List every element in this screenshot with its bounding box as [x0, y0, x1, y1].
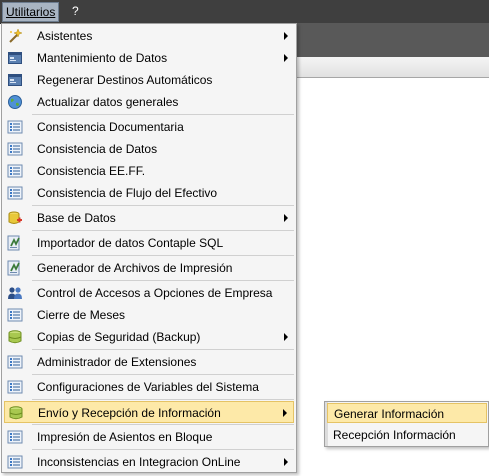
envio-recepcion-submenu: Generar Información Recepción Informació…	[324, 401, 489, 447]
menu-utilitarios[interactable]: Utilitarios	[2, 2, 60, 22]
list-icon	[7, 142, 23, 156]
menu-item-label: Copias de Seguridad (Backup)	[37, 330, 201, 344]
menu-item-label: Consistencia EE.FF.	[37, 164, 146, 178]
users-icon	[8, 287, 22, 299]
menu-separator	[32, 449, 294, 450]
menu-item-generador-archivos[interactable]: Generador de Archivos de Impresión	[4, 257, 294, 279]
form-icon	[8, 52, 22, 64]
menu-item-label: Actualizar datos generales	[37, 95, 179, 109]
workspace-background	[297, 23, 489, 57]
menu-item-copias-seguridad[interactable]: Copias de Seguridad (Backup)	[4, 326, 294, 348]
menu-help[interactable]: ?	[69, 2, 82, 20]
menu-separator	[32, 255, 294, 256]
menu-item-label: Inconsistencias en Integracion OnLine	[37, 455, 241, 469]
submenu-arrow-icon	[284, 214, 288, 222]
submenu-arrow-icon	[284, 32, 288, 40]
menu-item-label: Cierre de Meses	[37, 308, 126, 322]
menu-item-label: Envío y Recepción de Información	[38, 406, 221, 420]
menu-item-label: Generador de Archivos de Impresión	[37, 261, 233, 275]
menu-separator	[32, 114, 294, 115]
menu-bar: Utilitarios ?	[0, 0, 489, 24]
menu-item-inconsistencias-integracion[interactable]: Inconsistencias en Integracion OnLine	[4, 451, 294, 473]
menu-item-regenerar-destinos[interactable]: Regenerar Destinos Automáticos	[4, 69, 294, 91]
form-icon	[8, 74, 22, 86]
menu-item-envio-recepcion[interactable]: Envío y Recepción de Información	[4, 401, 294, 423]
menu-item-label: Configuraciones de Variables del Sistema	[37, 380, 259, 394]
menu-item-label: Consistencia Documentaria	[37, 120, 184, 134]
list-icon	[7, 164, 23, 178]
globe-icon	[8, 95, 22, 109]
database-add-icon	[8, 211, 22, 224]
list-icon	[7, 380, 23, 394]
menu-item-cierre-meses[interactable]: Cierre de Meses	[4, 304, 294, 326]
list-icon	[7, 455, 23, 469]
menu-item-label: Mantenimiento de Datos	[37, 51, 168, 65]
list-icon	[7, 430, 23, 444]
toolbar-strip	[297, 57, 489, 78]
menu-separator	[32, 399, 294, 400]
menu-item-mantenimiento-datos[interactable]: Mantenimiento de Datos	[4, 47, 294, 69]
submenu-arrow-icon	[284, 54, 288, 62]
utilitarios-dropdown: Asistentes Mantenimiento de Datos Regene…	[1, 23, 297, 473]
menu-separator	[32, 374, 294, 375]
menu-separator	[32, 230, 294, 231]
menu-item-label: Regenerar Destinos Automáticos	[37, 73, 213, 87]
wand-icon	[9, 28, 23, 43]
menu-help-label: ?	[72, 4, 79, 18]
menu-item-configuraciones-variables[interactable]: Configuraciones de Variables del Sistema	[4, 376, 294, 398]
menu-item-control-accesos[interactable]: Control de Accesos a Opciones de Empresa	[4, 282, 294, 304]
menu-item-label: Importador de datos Contaple SQL	[37, 236, 224, 250]
menu-item-importador-contaple[interactable]: Importador de datos Contaple SQL	[4, 232, 294, 254]
menu-item-label: Asistentes	[37, 29, 93, 43]
menu-item-consistencia-flujo[interactable]: Consistencia de Flujo del Efectivo	[4, 182, 294, 204]
menu-separator	[32, 424, 294, 425]
import-icon	[7, 235, 20, 251]
menu-item-consistencia-documentaria[interactable]: Consistencia Documentaria	[4, 116, 294, 138]
import-icon	[7, 260, 20, 276]
menu-item-administrador-extensiones[interactable]: Administrador de Extensiones	[4, 351, 294, 373]
list-icon	[7, 120, 23, 134]
menu-item-base-datos[interactable]: Base de Datos	[4, 207, 294, 229]
menu-utilitarios-label: Utilitarios	[6, 5, 56, 19]
database-icon	[9, 406, 23, 420]
menu-item-impresion-asientos[interactable]: Impresión de Asientos en Bloque	[4, 426, 294, 448]
menu-item-label: Consistencia de Flujo del Efectivo	[37, 186, 218, 200]
submenu-item-recepcion-informacion[interactable]: Recepción Información	[327, 425, 487, 445]
database-icon	[8, 330, 22, 344]
submenu-item-label: Generar Información	[334, 407, 445, 421]
submenu-arrow-icon	[283, 409, 287, 417]
submenu-item-generar-informacion[interactable]: Generar Información	[327, 403, 487, 423]
menu-item-label: Base de Datos	[37, 211, 116, 225]
menu-item-label: Administrador de Extensiones	[37, 355, 197, 369]
menu-separator	[32, 349, 294, 350]
submenu-item-label: Recepción Información	[333, 428, 456, 442]
menu-separator	[32, 280, 294, 281]
submenu-arrow-icon	[284, 333, 288, 341]
menu-item-label: Consistencia de Datos	[37, 142, 158, 156]
menu-item-actualizar-datos[interactable]: Actualizar datos generales	[4, 91, 294, 113]
list-icon	[7, 186, 23, 200]
menu-item-consistencia-datos[interactable]: Consistencia de Datos	[4, 138, 294, 160]
menu-item-label: Impresión de Asientos en Bloque	[37, 430, 213, 444]
submenu-arrow-icon	[284, 458, 288, 466]
list-icon	[7, 355, 23, 369]
menu-separator	[32, 205, 294, 206]
menu-item-asistentes[interactable]: Asistentes	[4, 25, 294, 47]
list-icon	[7, 308, 23, 322]
menu-item-label: Control de Accesos a Opciones de Empresa	[37, 286, 273, 300]
menu-item-consistencia-eeff[interactable]: Consistencia EE.FF.	[4, 160, 294, 182]
